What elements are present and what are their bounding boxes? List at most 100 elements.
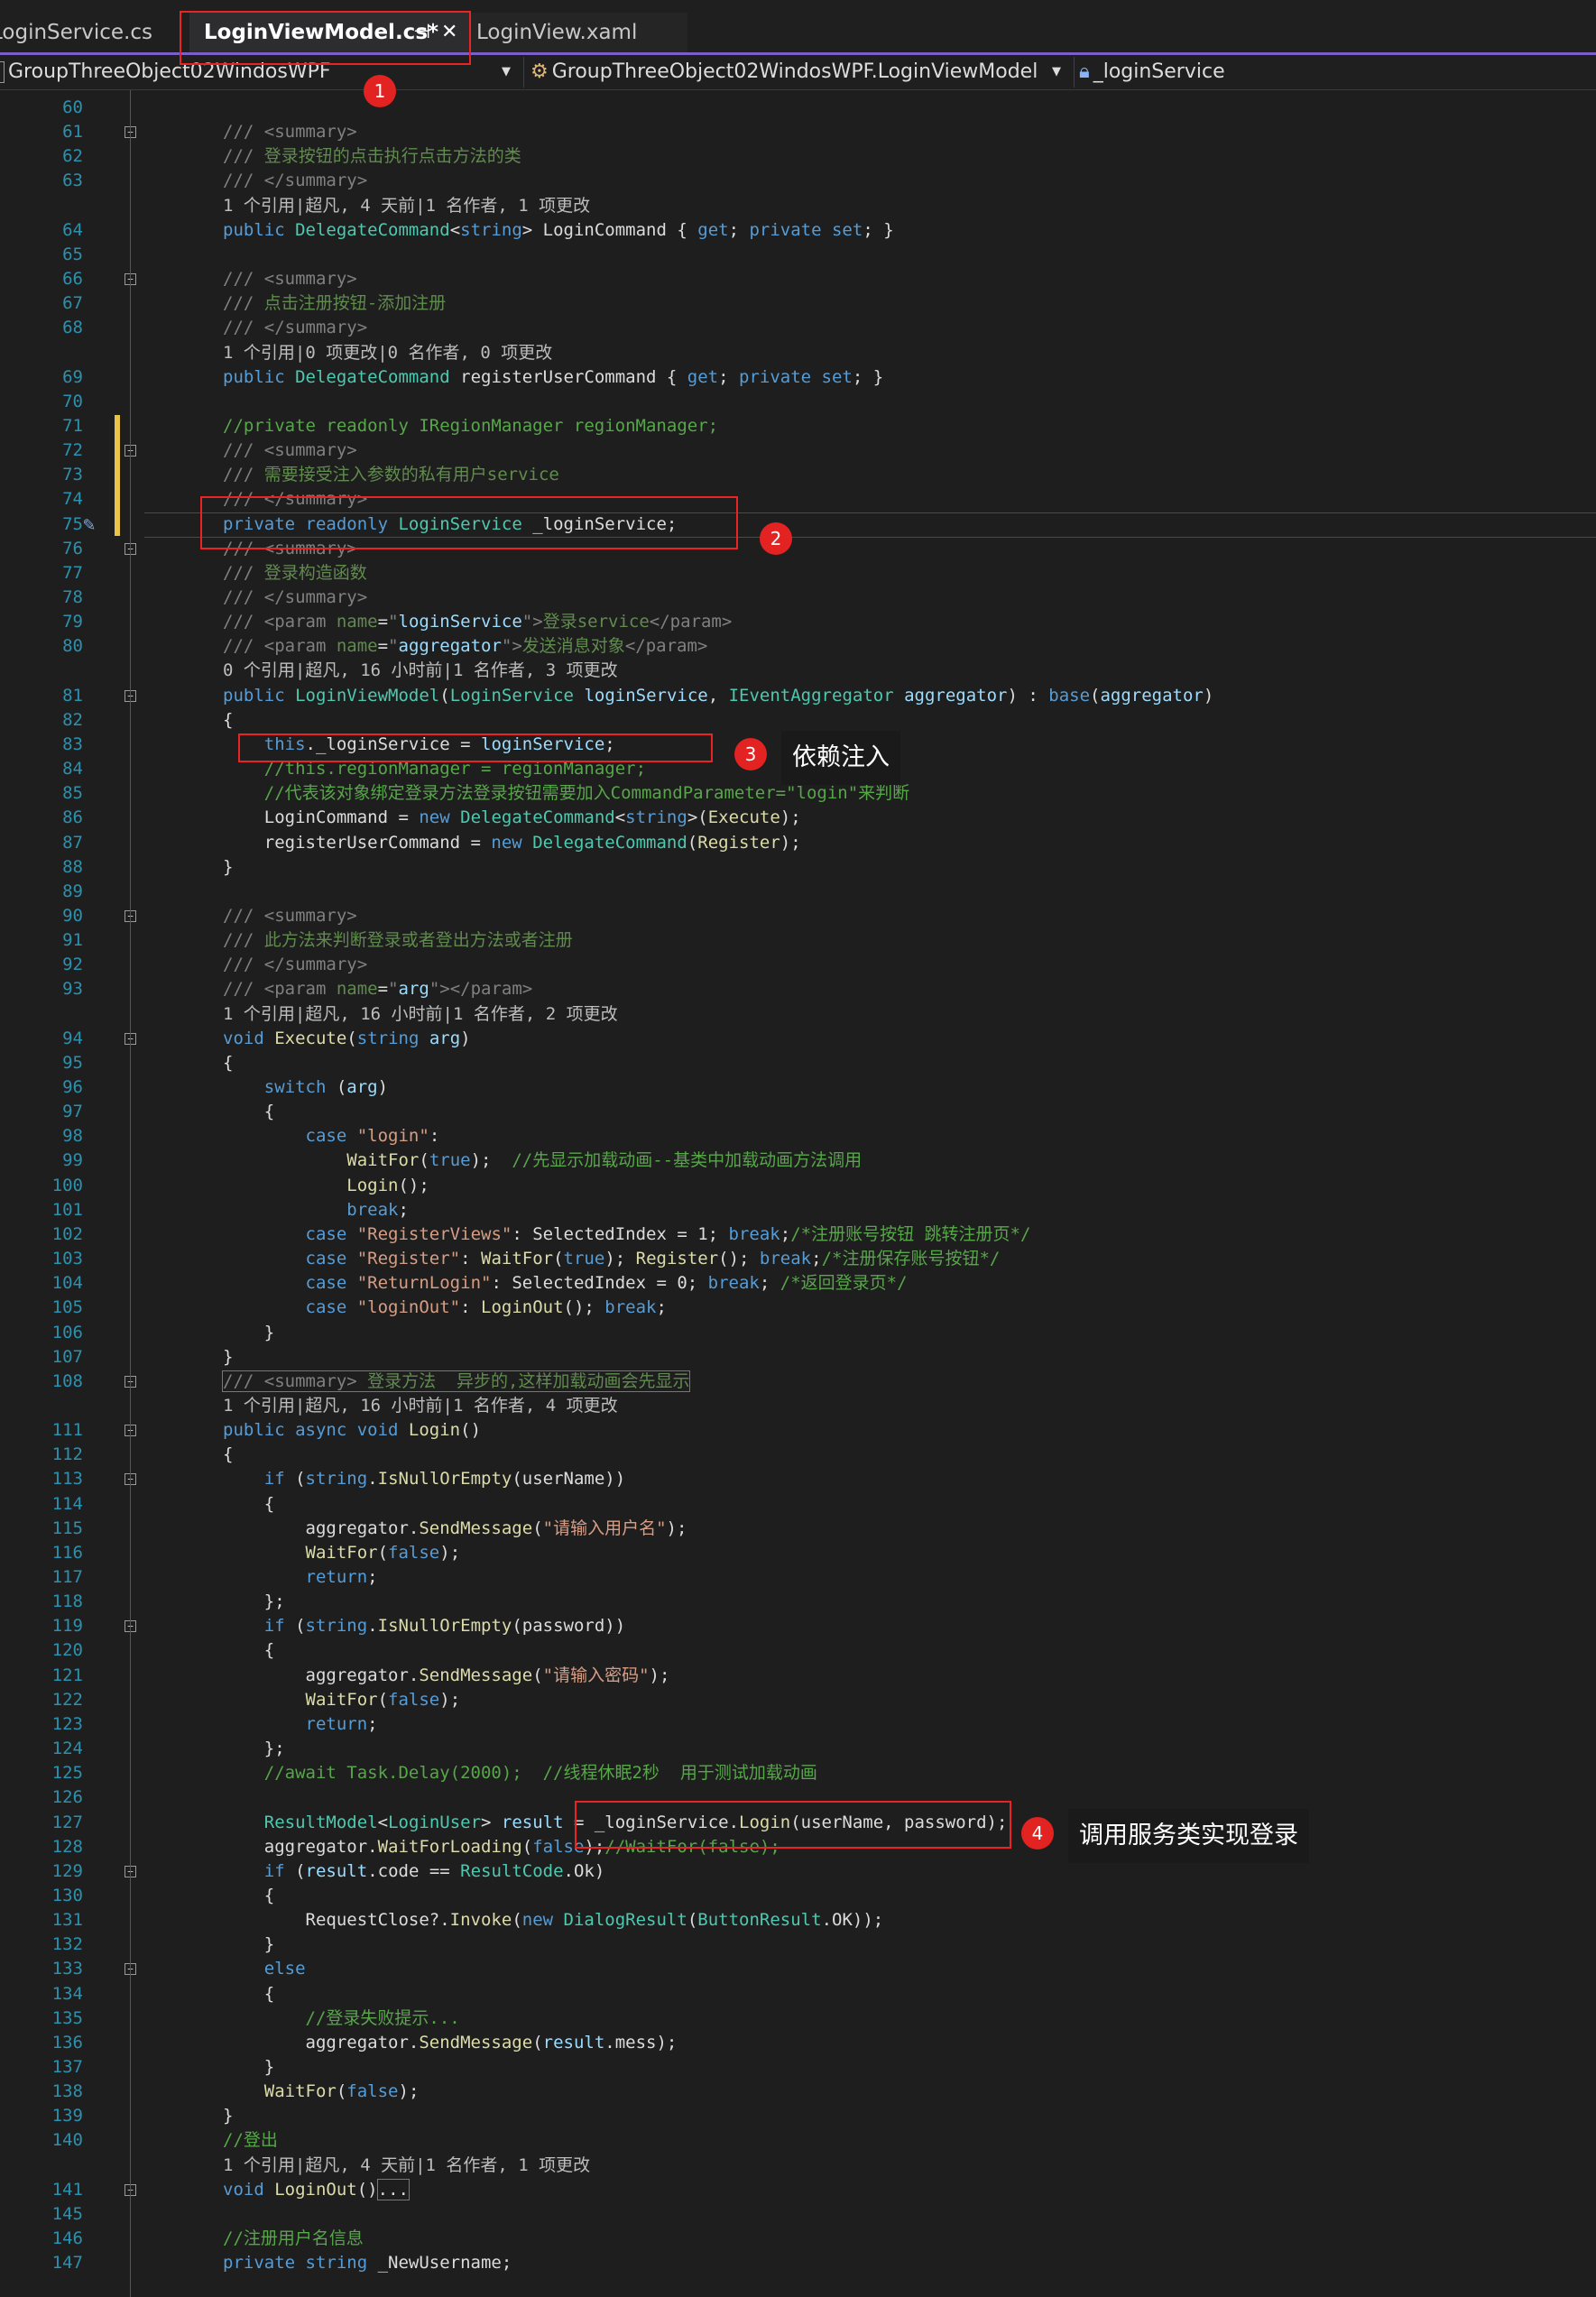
- code-line[interactable]: public LoginViewModel(LoginService login…: [223, 686, 1213, 706]
- code-line[interactable]: /// <summary>: [223, 440, 357, 460]
- code-line[interactable]: }: [223, 1934, 274, 1954]
- code-line[interactable]: RequestClose?.Invoke(new DialogResult(Bu…: [223, 1910, 884, 1930]
- line-number: 78: [62, 587, 83, 607]
- code-line[interactable]: {: [223, 1102, 274, 1121]
- code-line[interactable]: /// </summary>: [223, 318, 367, 337]
- annotation-badge-2: 2: [760, 522, 792, 555]
- code-line[interactable]: aggregator.SendMessage("请输入密码");: [223, 1665, 670, 1685]
- code-line[interactable]: }: [223, 857, 233, 877]
- code-line[interactable]: public DelegateCommand<string> LoginComm…: [223, 220, 894, 240]
- code-line[interactable]: }: [223, 1347, 233, 1367]
- code-line[interactable]: switch (arg): [223, 1077, 388, 1097]
- code-line[interactable]: if (string.IsNullOrEmpty(userName)): [223, 1469, 625, 1489]
- code-line[interactable]: {: [223, 1494, 274, 1514]
- code-line[interactable]: };: [223, 1739, 285, 1758]
- code-line[interactable]: WaitFor(false);: [223, 1543, 461, 1563]
- code-line[interactable]: break;: [223, 1200, 409, 1220]
- code-line[interactable]: {: [223, 1984, 274, 2004]
- code-line[interactable]: aggregator.SendMessage("请输入用户名");: [223, 1518, 687, 1538]
- code-line[interactable]: /// <param name="arg"></param>: [223, 979, 532, 999]
- line-number: 119: [51, 1616, 83, 1637]
- quick-action-brush-icon[interactable]: ✎: [83, 512, 95, 538]
- code-line[interactable]: return;: [223, 1567, 378, 1587]
- code-editor[interactable]: 6061/// <summary>−62/// 登录按钮的点击执行点击方法的类6…: [0, 90, 1596, 2297]
- code-line[interactable]: }: [223, 1323, 274, 1342]
- line-number: 71: [62, 415, 83, 436]
- code-line[interactable]: /// <summary>: [223, 906, 357, 926]
- code-line[interactable]: registerUserCommand = new DelegateComman…: [223, 833, 801, 853]
- line-number: 80: [62, 636, 83, 657]
- code-line[interactable]: //await Task.Delay(2000); //线程休眠2秒 用于测试加…: [223, 1763, 817, 1783]
- code-line[interactable]: public async void Login(): [223, 1420, 481, 1440]
- code-line[interactable]: //登出: [223, 2130, 278, 2150]
- code-line[interactable]: void LoginOut()...: [223, 2178, 410, 2200]
- line-number: 70: [62, 391, 83, 411]
- code-line[interactable]: /// 登录构造函数: [223, 563, 367, 583]
- code-line[interactable]: WaitFor(true); //先显示加载动画--基类中加载动画方法调用: [223, 1150, 862, 1170]
- code-line[interactable]: private string _NewUsername;: [223, 2253, 512, 2273]
- code-line[interactable]: case "login":: [223, 1126, 440, 1146]
- code-line[interactable]: case "loginOut": LoginOut(); break;: [223, 1297, 667, 1317]
- code-line[interactable]: case "ReturnLogin": SelectedIndex = 0; b…: [223, 1273, 908, 1293]
- codelens-info[interactable]: 1 个引用|超凡, 16 小时前|1 名作者, 4 项更改: [223, 1396, 618, 1416]
- code-line[interactable]: Login();: [223, 1176, 429, 1195]
- code-line[interactable]: /// 登录按钮的点击执行点击方法的类: [223, 146, 521, 166]
- line-number: 112: [51, 1444, 83, 1465]
- code-line[interactable]: }: [223, 2057, 274, 2077]
- code-line[interactable]: //注册用户名信息: [223, 2228, 364, 2248]
- code-line[interactable]: /// </summary>: [223, 955, 367, 974]
- code-line[interactable]: {: [223, 1053, 233, 1073]
- code-line[interactable]: //代表该对象绑定登录方法登录按钮需要加入CommandParameter="l…: [223, 783, 909, 803]
- code-line[interactable]: /// <summary>: [223, 122, 357, 142]
- code-line[interactable]: case "RegisterViews": SelectedIndex = 1;…: [223, 1224, 1031, 1244]
- codelens-info[interactable]: 0 个引用|超凡, 16 小时前|1 名作者, 3 项更改: [223, 660, 618, 680]
- class-dropdown[interactable]: ⚙ GroupThreeObject02WindosWPF.LoginViewMo…: [530, 55, 1068, 89]
- code-line[interactable]: return;: [223, 1714, 378, 1734]
- code-line[interactable]: if (string.IsNullOrEmpty(password)): [223, 1616, 625, 1636]
- code-line[interactable]: //登录失败提示...: [223, 2008, 460, 2028]
- code-line[interactable]: /// 此方法来判断登录或者登出方法或者注册: [223, 930, 573, 950]
- code-line[interactable]: /// 点击注册按钮-添加注册: [223, 293, 446, 313]
- code-line[interactable]: {: [223, 1886, 274, 1905]
- code-line[interactable]: };: [223, 1591, 285, 1611]
- code-line[interactable]: public DelegateCommand registerUserComma…: [223, 367, 883, 387]
- tab-loginview-xaml[interactable]: LoginView.xaml: [471, 13, 687, 52]
- code-line[interactable]: aggregator.SendMessage(result.mess);: [223, 2033, 678, 2053]
- codelens-info[interactable]: 1 个引用|超凡, 4 天前|1 名作者, 1 项更改: [223, 196, 590, 216]
- line-number: 106: [51, 1322, 83, 1342]
- code-line[interactable]: void Execute(string arg): [223, 1029, 471, 1048]
- code-line[interactable]: WaitFor(false);: [223, 1690, 461, 1710]
- code-line[interactable]: /// <summary> 登录方法 异步的,这样加载动画会先显示: [221, 1370, 691, 1392]
- line-number: 137: [51, 2057, 83, 2077]
- codelens-info[interactable]: 1 个引用|超凡, 16 小时前|1 名作者, 2 项更改: [223, 1004, 618, 1024]
- code-line[interactable]: LoginCommand = new DelegateCommand<strin…: [223, 807, 801, 827]
- code-line[interactable]: {: [223, 1640, 274, 1660]
- line-number: 128: [51, 1836, 83, 1857]
- tab-loginservice[interactable]: LoginService.cs: [0, 13, 171, 52]
- code-line[interactable]: else: [223, 1959, 306, 1979]
- code-line[interactable]: //private readonly IRegionManager region…: [223, 416, 718, 436]
- code-line[interactable]: /// 需要接受注入参数的私有用户service: [223, 465, 559, 484]
- code-line[interactable]: if (result.code == ResultCode.Ok): [223, 1861, 605, 1881]
- csharp-project-icon: [0, 61, 5, 83]
- code-line[interactable]: case "Register": WaitFor(true); Register…: [223, 1249, 1001, 1268]
- line-number: 96: [62, 1077, 83, 1097]
- code-line[interactable]: /// </summary>: [223, 171, 367, 190]
- line-number: 126: [51, 1787, 83, 1808]
- code-line[interactable]: WaitFor(false);: [223, 2081, 420, 2101]
- code-line[interactable]: }: [223, 2106, 233, 2126]
- codelens-info[interactable]: 1 个引用|0 项更改|0 名作者, 0 项更改: [223, 343, 552, 363]
- line-number: 120: [51, 1640, 83, 1661]
- code-line[interactable]: /// </summary>: [223, 587, 367, 607]
- code-line[interactable]: /// <param name="aggregator">发送消息对象</par…: [223, 636, 707, 656]
- code-line[interactable]: /// <summary>: [223, 269, 357, 289]
- member-dropdown[interactable]: 🔒︎ _loginService: [1079, 55, 1584, 89]
- code-line[interactable]: {: [223, 1444, 233, 1464]
- line-number: 124: [51, 1739, 83, 1759]
- line-number: 141: [51, 2179, 83, 2200]
- code-line[interactable]: /// <param name="loginService">登录service…: [223, 612, 732, 632]
- codelens-info[interactable]: 1 个引用|超凡, 4 天前|1 名作者, 1 项更改: [223, 2155, 590, 2175]
- change-marker: [115, 415, 120, 536]
- line-number: 102: [51, 1223, 83, 1244]
- code-line[interactable]: {: [223, 710, 233, 730]
